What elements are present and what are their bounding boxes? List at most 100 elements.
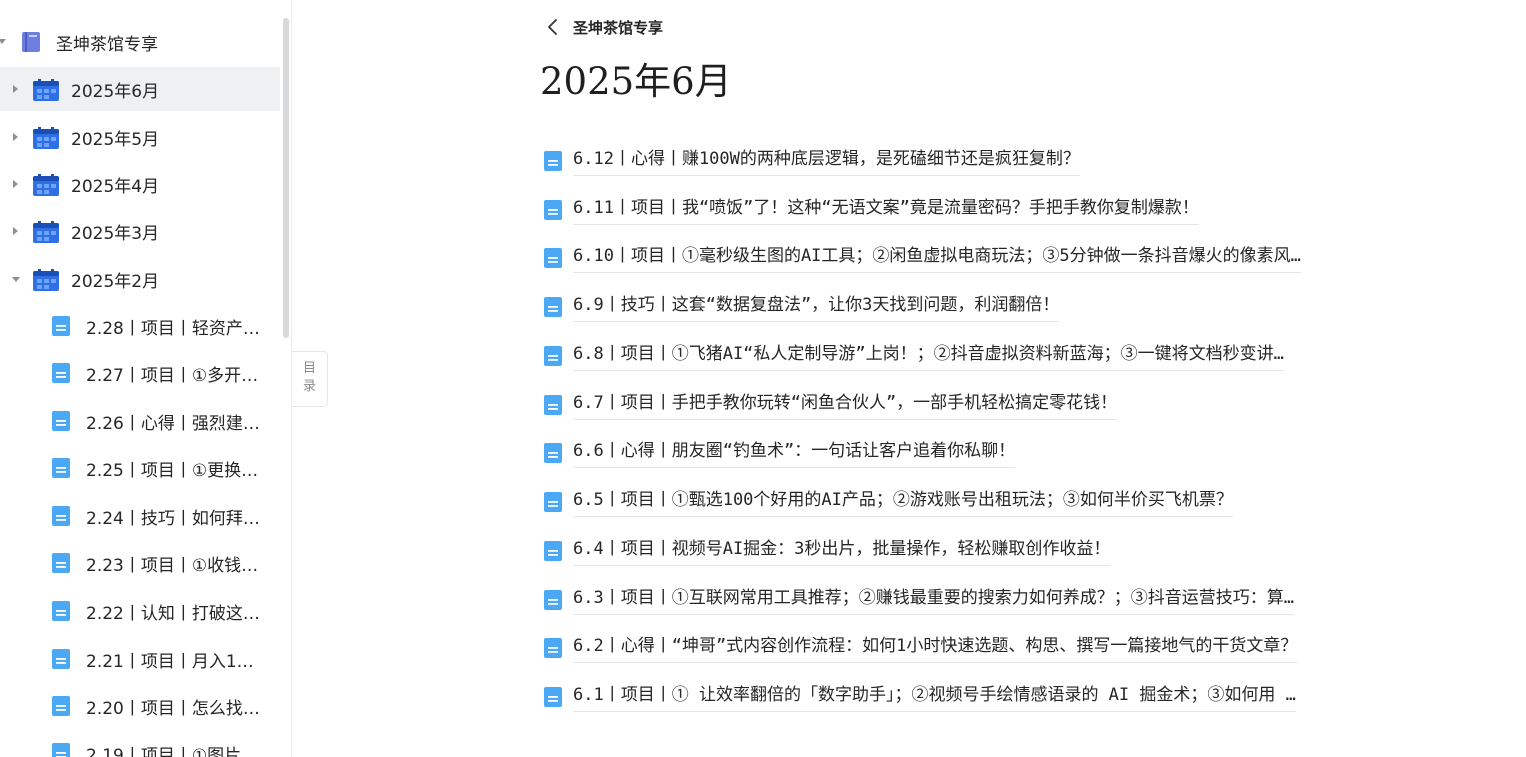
document-icon [544, 151, 562, 171]
article-title[interactable]: 6.1丨项目丨① 让效率翻倍的「数字助手」；②视频号手绘情感语录的 AI 掘金术… [573, 683, 1296, 712]
tree-doc-item[interactable]: 2.22丨认知丨打破这… [0, 589, 280, 633]
document-icon [52, 601, 70, 621]
tree-month-label: 2025年5月 [71, 129, 160, 150]
article-title[interactable]: 6.9丨技巧丨这套“数据复盘法”，让你3天找到问题，利润翻倍！ [573, 293, 1060, 322]
article-link[interactable]: 6.12丨心得丨赚100W的两种底层逻辑，是死磕细节还是疯狂复制？ [544, 142, 1080, 180]
article-title[interactable]: 6.7丨项目丨手把手教你玩转“闲鱼合伙人”，一部手机轻松搞定零花钱！ [573, 391, 1118, 420]
article-link[interactable]: 6.1丨项目丨① 让效率翻倍的「数字助手」；②视频号手绘情感语录的 AI 掘金术… [544, 678, 1296, 716]
tree-doc-item[interactable]: 2.26丨心得丨强烈建… [0, 399, 280, 443]
tree-doc-label: 2.27丨项目丨①多开… [86, 365, 259, 386]
document-icon [544, 687, 562, 707]
tree-doc-label: 2.23丨项目丨①收钱… [86, 555, 259, 576]
article-link[interactable]: 6.2丨心得丨“坤哥”式内容创作流程：如何1小时快速选题、构思、撰写一篇接地气的… [544, 629, 1298, 667]
tree-doc-item[interactable]: 2.25丨项目丨①更换… [0, 446, 280, 490]
article-link[interactable]: 6.8丨项目丨①飞猪AI“私人定制导游”上岗！；②抖音虚拟资料新蓝海；③一键将文… [544, 337, 1284, 375]
tree-doc-item[interactable]: 2.23丨项目丨①收钱… [0, 541, 280, 585]
chevron-left-icon[interactable] [544, 18, 562, 36]
back-button[interactable]: 圣坤茶馆专享 [540, 14, 663, 40]
document-icon [52, 363, 70, 383]
article-title[interactable]: 6.6丨心得丨朋友圈“钓鱼术”：一句话让客户追着你私聊！ [573, 439, 1016, 468]
document-icon [544, 638, 562, 658]
document-icon [544, 590, 562, 610]
document-icon [52, 316, 70, 336]
caret-down-icon[interactable] [0, 39, 6, 44]
calendar-folder-icon [33, 221, 59, 243]
tree-doc-item[interactable]: 2.20丨项目丨怎么找… [0, 684, 280, 728]
document-icon [544, 297, 562, 317]
article-title[interactable]: 6.12丨心得丨赚100W的两种底层逻辑，是死磕细节还是疯狂复制？ [573, 147, 1080, 176]
caret-down-icon[interactable] [12, 277, 20, 282]
tree-month-2025-02[interactable]: 2025年2月 [0, 257, 280, 301]
article-link[interactable]: 6.10丨项目丨①毫秒级生图的AI工具；②闲鱼虚拟电商玩法；③5分钟做一条抖音爆… [544, 239, 1301, 277]
tree-month-2025-04[interactable]: 2025年4月 [0, 162, 280, 206]
toc-label-line2: 录 [302, 379, 316, 394]
article-link[interactable]: 6.5丨项目丨①甄选100个好用的AI产品；②游戏账号出租玩法；③如何半价买飞机… [544, 483, 1233, 521]
tree-doc-label: 2.22丨认知丨打破这… [86, 603, 260, 624]
document-icon [52, 506, 70, 526]
article-link[interactable]: 6.7丨项目丨手把手教你玩转“闲鱼合伙人”，一部手机轻松搞定零花钱！ [544, 386, 1118, 424]
document-icon [52, 696, 70, 716]
caret-right-icon[interactable] [13, 85, 18, 93]
document-icon [544, 248, 562, 268]
calendar-folder-icon [33, 79, 59, 101]
toc-label-line1: 目 [302, 361, 316, 376]
article-link[interactable]: 6.3丨项目丨①互联网常用工具推荐；②赚钱最重要的搜索力如何养成？；③抖音运营技… [544, 581, 1294, 619]
document-icon [544, 346, 562, 366]
tree-month-label: 2025年2月 [71, 271, 160, 292]
caret-right-icon[interactable] [13, 180, 18, 188]
article-link[interactable]: 6.4丨项目丨视频号AI掘金：3秒出片，批量操作，轻松赚取创作收益！ [544, 532, 1111, 570]
document-icon [52, 553, 70, 573]
tree-doc-label: 2.20丨项目丨怎么找… [86, 698, 260, 719]
sidebar-scrollbar-thumb[interactable] [283, 18, 289, 338]
document-icon [52, 458, 70, 478]
article-title[interactable]: 6.2丨心得丨“坤哥”式内容创作流程：如何1小时快速选题、构思、撰写一篇接地气的… [573, 634, 1298, 663]
calendar-folder-icon [33, 174, 59, 196]
tree-root-label: 圣坤茶馆专享 [56, 34, 158, 55]
document-icon [52, 411, 70, 431]
document-icon [544, 492, 562, 512]
tree-doc-item[interactable]: 2.21丨项目丨月入1… [0, 637, 280, 681]
breadcrumb-title[interactable]: 圣坤茶馆专享 [573, 17, 663, 38]
tree-doc-item[interactable]: 2.28丨项目丨轻资产… [0, 304, 280, 348]
article-link[interactable]: 6.6丨心得丨朋友圈“钓鱼术”：一句话让客户追着你私聊！ [544, 434, 1016, 472]
calendar-folder-icon [33, 127, 59, 149]
book-icon [22, 32, 40, 52]
tree-month-label: 2025年4月 [71, 176, 160, 197]
document-icon [52, 649, 70, 669]
article-title[interactable]: 6.8丨项目丨①飞猪AI“私人定制导游”上岗！；②抖音虚拟资料新蓝海；③一键将文… [573, 342, 1284, 371]
tree-doc-label: 2.25丨项目丨①更换… [86, 460, 259, 481]
tree-doc-item[interactable]: 2.24丨技巧丨如何拜… [0, 494, 280, 538]
article-title[interactable]: 6.10丨项目丨①毫秒级生图的AI工具；②闲鱼虚拟电商玩法；③5分钟做一条抖音爆… [573, 244, 1301, 273]
tree-doc-item[interactable]: 2.19丨项目丨①图片… [0, 731, 280, 757]
article-link[interactable]: 6.9丨技巧丨这套“数据复盘法”，让你3天找到问题，利润翻倍！ [544, 288, 1060, 326]
caret-right-icon[interactable] [13, 227, 18, 235]
page-title: 2025年6月 [540, 60, 732, 103]
document-icon [544, 395, 562, 415]
tree-month-2025-05[interactable]: 2025年5月 [0, 115, 280, 159]
document-icon [544, 541, 562, 561]
calendar-folder-icon [33, 269, 59, 291]
document-icon [544, 200, 562, 220]
caret-right-icon[interactable] [13, 133, 18, 141]
article-title[interactable]: 6.4丨项目丨视频号AI掘金：3秒出片，批量操作，轻松赚取创作收益！ [573, 537, 1111, 566]
document-icon [544, 443, 562, 463]
tree-doc-label: 2.19丨项目丨①图片… [86, 745, 259, 757]
tree-doc-item[interactable]: 2.27丨项目丨①多开… [0, 351, 280, 395]
tree-month-label: 2025年6月 [71, 81, 160, 102]
sidebar-scrollbar[interactable] [280, 0, 291, 757]
sidebar-tree: 圣坤茶馆专享 2025年6月 2025年5月 2025年4月 2025年3月 2… [0, 0, 292, 757]
tree-doc-label: 2.28丨项目丨轻资产… [86, 318, 260, 339]
article-title[interactable]: 6.3丨项目丨①互联网常用工具推荐；②赚钱最重要的搜索力如何养成？；③抖音运营技… [573, 586, 1294, 615]
tree-doc-label: 2.26丨心得丨强烈建… [86, 413, 260, 434]
article-link[interactable]: 6.11丨项目丨我“喷饭”了！这种“无语文案”竟是流量密码？手把手教你复制爆款！ [544, 191, 1199, 229]
tree-doc-label: 2.21丨项目丨月入1… [86, 651, 254, 672]
article-title[interactable]: 6.5丨项目丨①甄选100个好用的AI产品；②游戏账号出租玩法；③如何半价买飞机… [573, 488, 1233, 517]
toc-toggle-button[interactable]: 目 录 [292, 351, 328, 407]
tree-month-2025-06[interactable]: 2025年6月 [0, 67, 280, 111]
tree-month-label: 2025年3月 [71, 223, 160, 244]
tree-root-item[interactable]: 圣坤茶馆专享 [0, 20, 280, 64]
tree-month-2025-03[interactable]: 2025年3月 [0, 209, 280, 253]
document-icon [52, 743, 70, 757]
tree-doc-label: 2.24丨技巧丨如何拜… [86, 508, 260, 529]
article-title[interactable]: 6.11丨项目丨我“喷饭”了！这种“无语文案”竟是流量密码？手把手教你复制爆款！ [573, 196, 1199, 225]
